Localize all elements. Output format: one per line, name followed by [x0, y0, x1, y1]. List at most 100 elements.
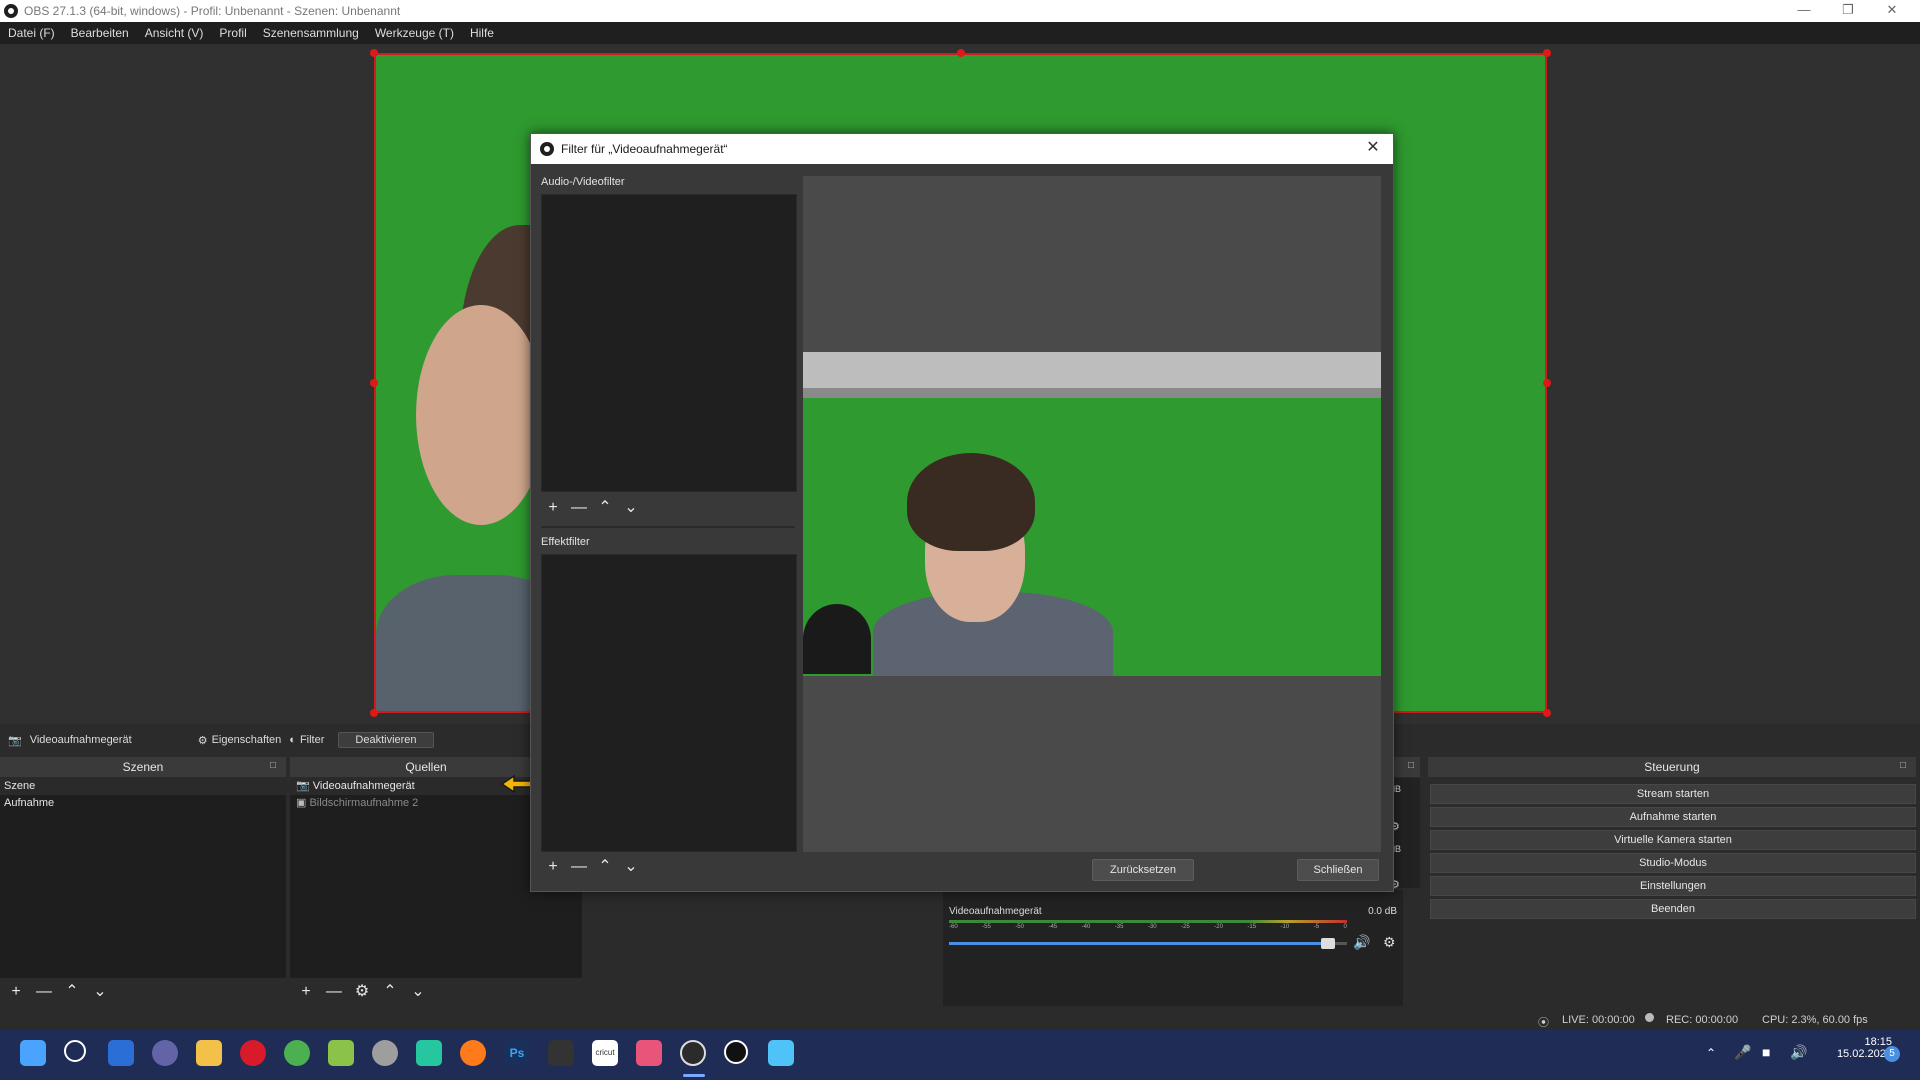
task-view-icon[interactable] [108, 1040, 134, 1066]
app-circle-icon[interactable] [724, 1040, 748, 1064]
volume-thumb[interactable] [1321, 938, 1335, 949]
gear-icon: ⚙ [197, 734, 208, 747]
audio-video-filter-list[interactable] [541, 194, 797, 492]
add-filter-icon[interactable]: + [545, 859, 561, 875]
volume-icon[interactable]: 🔊 [1790, 1044, 1807, 1061]
resize-handle-left[interactable] [370, 379, 378, 387]
volume-slider[interactable] [949, 938, 1347, 949]
move-up-icon[interactable]: ⌃ [382, 984, 398, 1000]
selected-source-name: Videoaufnahmegerät [29, 734, 132, 746]
menu-hilfe[interactable]: Hilfe [462, 26, 502, 40]
resize-handle-right[interactable] [1543, 379, 1551, 387]
menu-szenensammlung[interactable]: Szenensammlung [255, 26, 367, 40]
network-icon[interactable]: ■ [1762, 1044, 1770, 1060]
photoshop-icon[interactable]: Ps [504, 1040, 530, 1066]
gear-icon[interactable]: ⚙ [1383, 934, 1396, 951]
mixer-level: 0.0 dB [1368, 906, 1397, 917]
controls-dock-title: Steuerung [1428, 757, 1916, 777]
undock-icon[interactable]: □ [1900, 760, 1906, 771]
microphone-icon[interactable]: 🎤 [1734, 1044, 1751, 1061]
move-up-icon[interactable]: ⌃ [64, 984, 80, 1000]
virtual-camera-button[interactable]: Virtuelle Kamera starten [1430, 830, 1916, 850]
close-icon[interactable]: ✕ [1872, 0, 1912, 22]
close-button[interactable]: Schließen [1297, 859, 1379, 881]
camera-icon: 📷 [8, 734, 22, 747]
properties-label: Eigenschaften [211, 734, 282, 746]
exit-button[interactable]: Beenden [1430, 899, 1916, 919]
app-pink-icon[interactable] [636, 1040, 662, 1066]
resize-handle-br[interactable] [1543, 709, 1551, 717]
remove-source-icon[interactable]: — [326, 984, 342, 1000]
settings-button[interactable]: Einstellungen [1430, 876, 1916, 896]
add-scene-icon[interactable]: + [8, 984, 24, 1000]
notification-badge[interactable]: 5 [1884, 1046, 1900, 1062]
meter-tick: -30 [1147, 924, 1157, 930]
move-down-icon[interactable]: ⌄ [623, 859, 639, 875]
scene-item[interactable]: Szene [0, 778, 286, 795]
effect-filter-list[interactable] [541, 554, 797, 852]
resize-handle-top[interactable] [957, 49, 965, 57]
cpu-status: CPU: 2.3%, 60.00 fps [1762, 1014, 1868, 1026]
remove-scene-icon[interactable]: — [36, 984, 52, 1000]
resize-handle-bl[interactable] [370, 709, 378, 717]
notepad-icon[interactable] [768, 1040, 794, 1066]
menu-profil[interactable]: Profil [211, 26, 254, 40]
resize-handle-tl[interactable] [370, 49, 378, 57]
opera-icon[interactable] [240, 1040, 266, 1066]
resize-handle-tr[interactable] [1543, 49, 1551, 57]
chevron-up-icon[interactable]: ⌃ [1706, 1046, 1716, 1060]
windows-start-icon[interactable] [20, 1040, 46, 1066]
undock-icon[interactable]: □ [270, 760, 276, 771]
chrome-icon[interactable] [284, 1040, 310, 1066]
undock-icon[interactable]: □ [1408, 760, 1414, 771]
move-up-icon[interactable]: ⌃ [597, 859, 613, 875]
file-explorer-icon[interactable] [196, 1040, 222, 1066]
stream-start-button[interactable]: Stream starten [1430, 784, 1916, 804]
filter-button[interactable]: ◐ Filter [289, 734, 324, 746]
record-start-button[interactable]: Aufnahme starten [1430, 807, 1916, 827]
move-down-icon[interactable]: ⌄ [92, 984, 108, 1000]
effect-filter-label: Effektfilter [541, 536, 590, 548]
menu-ansicht[interactable]: Ansicht (V) [137, 26, 212, 40]
splitter[interactable] [541, 526, 795, 528]
obs-taskbar-icon[interactable] [680, 1040, 706, 1066]
move-down-icon[interactable]: ⌄ [623, 500, 639, 516]
properties-button[interactable]: ⚙ Eigenschaften [198, 734, 282, 747]
meter-tick: -10 [1280, 924, 1290, 930]
app-android-icon[interactable] [416, 1040, 442, 1066]
firefox-icon[interactable] [460, 1040, 486, 1066]
menu-bearbeiten[interactable]: Bearbeiten [63, 26, 137, 40]
clock[interactable]: 18:15 15.02.2022 [1810, 1036, 1892, 1060]
close-icon[interactable]: ✕ [1363, 138, 1383, 158]
app-dark-icon[interactable] [548, 1040, 574, 1066]
broadcast-icon: ⦿ [1538, 1017, 1549, 1029]
speaker-icon[interactable]: 🔊 [1353, 934, 1370, 951]
active-app-indicator [683, 1074, 705, 1077]
studio-mode-button[interactable]: Studio-Modus [1430, 853, 1916, 873]
camera-video [803, 352, 1381, 676]
add-filter-icon[interactable]: + [545, 500, 561, 516]
audio-mixer: Videoaufnahmegerät 0.0 dB -60 -55 -50 -4… [943, 890, 1403, 1006]
deactivate-button[interactable]: Deaktivieren [338, 732, 434, 748]
move-down-icon[interactable]: ⌄ [410, 984, 426, 1000]
app-rocket-icon[interactable] [372, 1040, 398, 1066]
minimize-icon[interactable]: — [1784, 0, 1824, 22]
scene-item[interactable]: Aufnahme [0, 795, 286, 812]
clock-time: 18:15 [1864, 1036, 1892, 1048]
menu-datei[interactable]: Datei (F) [0, 26, 63, 40]
add-source-icon[interactable]: + [298, 984, 314, 1000]
person-hair [907, 453, 1035, 551]
cricut-icon[interactable]: cricut [592, 1040, 618, 1066]
app-green-icon[interactable] [328, 1040, 354, 1066]
teams-chat-icon[interactable] [152, 1040, 178, 1066]
move-up-icon[interactable]: ⌃ [597, 500, 613, 516]
remove-filter-icon[interactable]: — [571, 500, 587, 516]
source-settings-icon[interactable]: ⚙ [354, 984, 370, 1000]
meter-tick: -25 [1181, 924, 1190, 930]
reset-button[interactable]: Zurücksetzen [1092, 859, 1194, 881]
meter-tick: 0 [1343, 924, 1347, 930]
menu-werkzeuge[interactable]: Werkzeuge (T) [367, 26, 462, 40]
search-icon[interactable] [64, 1040, 86, 1062]
remove-filter-icon[interactable]: — [571, 859, 587, 875]
restore-icon[interactable]: ❐ [1828, 0, 1868, 22]
